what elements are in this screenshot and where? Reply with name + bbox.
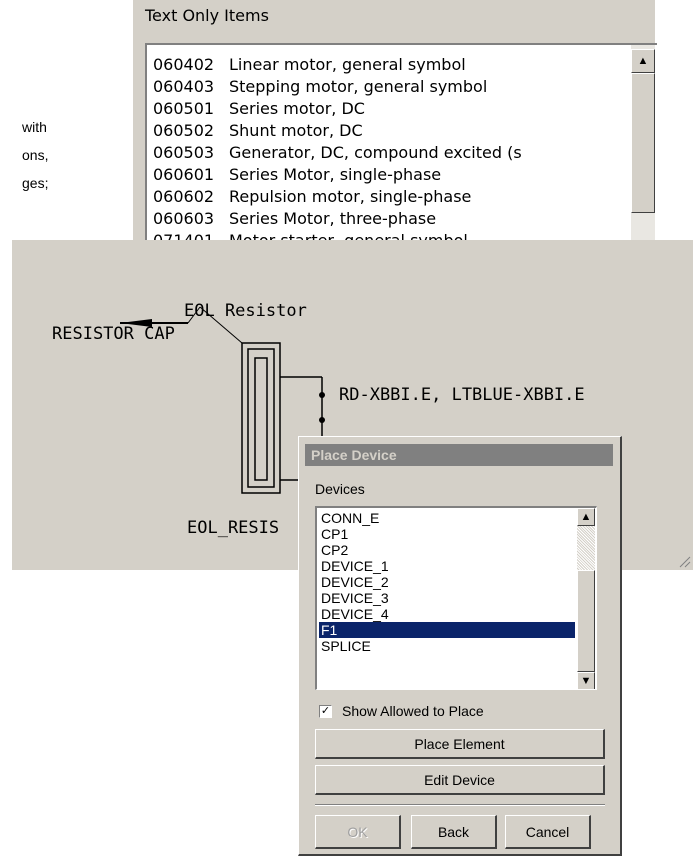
show-allowed-label[interactable]: Show Allowed to Place [342, 703, 484, 719]
scroll-thumb[interactable] [631, 73, 655, 213]
arrow-up-icon: ▲ [637, 55, 649, 67]
resistor-frame [247, 348, 275, 488]
item-description: Repulsion motor, single-phase [229, 187, 472, 206]
background-line: with [22, 119, 47, 135]
text-only-items-list[interactable]: 060402 Linear motor, general symbol 06040… [145, 43, 657, 260]
device-item[interactable]: CP2 [319, 542, 575, 558]
device-item[interactable]: CONN_E [319, 510, 575, 526]
item-code: 060601 [153, 165, 215, 184]
arrow-down-icon: ▼ [580, 675, 592, 687]
scroll-thumb[interactable] [577, 570, 595, 672]
item-code: 060602 [153, 187, 215, 206]
item-description: Stepping motor, general symbol [229, 77, 488, 96]
device-item-selected[interactable]: F1 [319, 622, 575, 638]
background-line: ges; [22, 175, 49, 191]
device-item[interactable]: CP1 [319, 526, 575, 542]
connection-dot [319, 417, 325, 423]
cancel-button[interactable]: Cancel [505, 815, 591, 849]
item-description: Series Motor, three-phase [229, 209, 437, 228]
item-description: Series motor, DC [229, 99, 365, 118]
ok-button[interactable]: OK [315, 815, 401, 849]
scroll-up-button[interactable]: ▲ [631, 49, 655, 73]
item-description: Linear motor, general symbol [229, 55, 466, 74]
dialog-titlebar[interactable]: Place Device [305, 444, 613, 466]
place-element-button[interactable]: Place Element [315, 729, 605, 759]
place-device-dialog: Place Device Devices CONN_E CP1 CP2 DEVI… [298, 436, 622, 856]
edit-device-button[interactable]: Edit Device [315, 765, 605, 795]
scroll-down-button[interactable]: ▼ [577, 672, 595, 689]
item-code: 060603 [153, 209, 215, 228]
item-description: Generator, DC, compound excited (s [229, 143, 522, 162]
item-code: 060501 [153, 99, 215, 118]
eol-resis-label: EOL_RESIS [187, 518, 279, 538]
resistor-cap-label: RESISTOR CAP [52, 324, 175, 344]
panel-title: Text Only Items [145, 6, 269, 25]
resize-grip-icon[interactable] [684, 561, 691, 568]
devices-scrollbar[interactable]: ▲ ▼ [577, 508, 595, 689]
item-description: Shunt motor, DC [229, 121, 363, 140]
text-only-items-panel: Text Only Items 060402 Linear motor, gene… [133, 0, 657, 260]
eol-resistor-label: EOL Resistor [184, 301, 307, 321]
device-item[interactable]: DEVICE_1 [319, 558, 575, 574]
arrow-up-icon: ▲ [580, 511, 592, 523]
device-item[interactable]: DEVICE_3 [319, 590, 575, 606]
show-allowed-checkbox[interactable]: ✓ [319, 705, 332, 718]
item-code: 060503 [153, 143, 215, 162]
devices-label: Devices [315, 481, 365, 497]
background-line: ons, [22, 147, 49, 163]
device-item[interactable]: SPLICE [319, 638, 575, 654]
device-item[interactable]: DEVICE_4 [319, 606, 575, 622]
checkmark-icon: ✓ [320, 705, 331, 717]
devices-list[interactable]: CONN_E CP1 CP2 DEVICE_1 DEVICE_2 DEVICE_… [315, 506, 597, 690]
device-item[interactable]: DEVICE_2 [319, 574, 575, 590]
wire-label: RD-XBBI.E, LTBLUE-XBBI.E [339, 385, 585, 405]
resistor-element [254, 357, 268, 481]
vertical-scrollbar[interactable]: ▲ ▼ [631, 45, 655, 260]
resize-grip-icon[interactable] [679, 556, 691, 568]
dialog-divider [315, 804, 605, 806]
item-description: Series Motor, single-phase [229, 165, 442, 184]
item-code: 060502 [153, 121, 215, 140]
item-code: 060402 [153, 55, 215, 74]
scroll-up-button[interactable]: ▲ [577, 508, 595, 526]
back-button[interactable]: Back [411, 815, 497, 849]
item-code: 060403 [153, 77, 215, 96]
connection-dot [319, 392, 325, 398]
